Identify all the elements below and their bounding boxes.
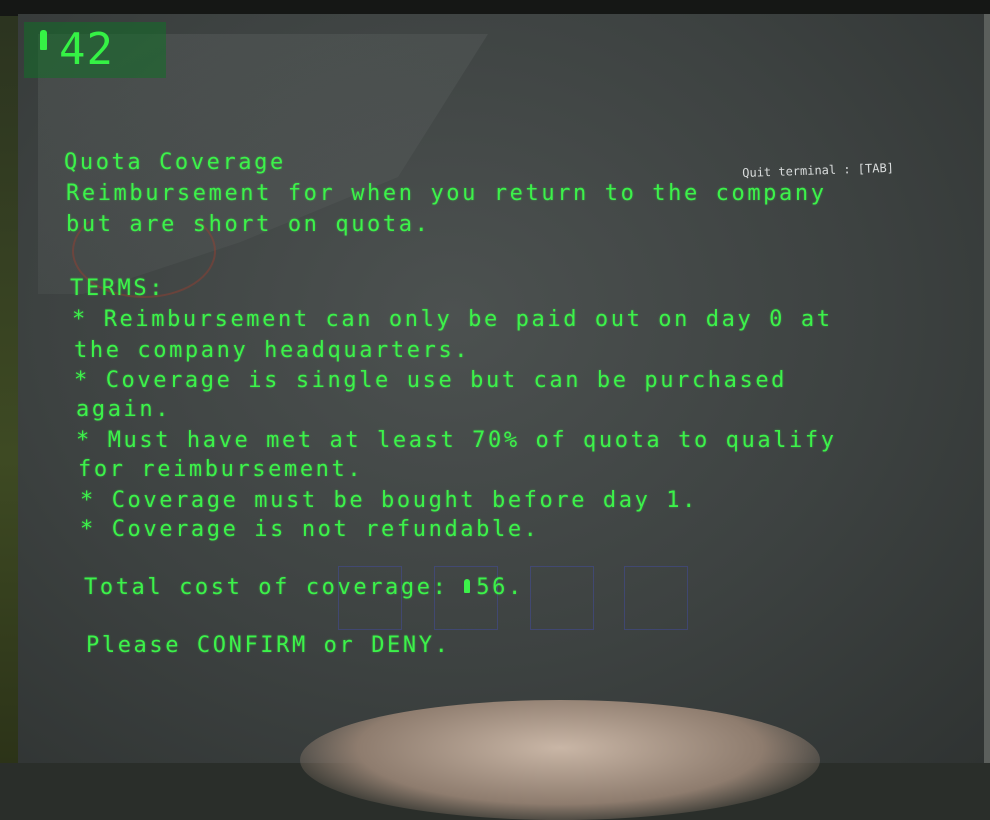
credit-icon	[40, 30, 47, 50]
terms-line: * Coverage must be bought before day 1.	[80, 488, 698, 513]
terms-line: * Coverage is not refundable.	[80, 517, 540, 542]
terms-line: * Reimbursement can only be paid out on …	[72, 307, 833, 332]
terminal-title: Quota Coverage	[64, 150, 286, 175]
foreground-object	[300, 700, 820, 820]
confirm-deny-prompt: Please CONFIRM or DENY.	[86, 633, 451, 658]
total-cost-label: Total cost of coverage:	[84, 575, 465, 600]
terms-line: the company headquarters.	[74, 338, 471, 363]
terminal-description-line: Reimbursement for when you return to the…	[66, 181, 827, 206]
terminal-description-line: but are short on quota.	[66, 212, 431, 237]
terms-line: for reimbursement.	[78, 457, 364, 482]
total-cost-line: Total cost of coverage: 56.	[84, 575, 524, 600]
credit-icon	[464, 579, 471, 593]
terms-line: again.	[76, 397, 172, 422]
terms-heading: TERMS:	[70, 276, 166, 301]
credits-display: 42	[40, 22, 114, 78]
terms-line: * Coverage is single use but can be purc…	[74, 368, 788, 393]
terms-line: * Must have met at least 70% of quota to…	[76, 428, 837, 453]
total-cost-value: 56.	[476, 575, 524, 600]
credits-value: 42	[59, 24, 114, 75]
